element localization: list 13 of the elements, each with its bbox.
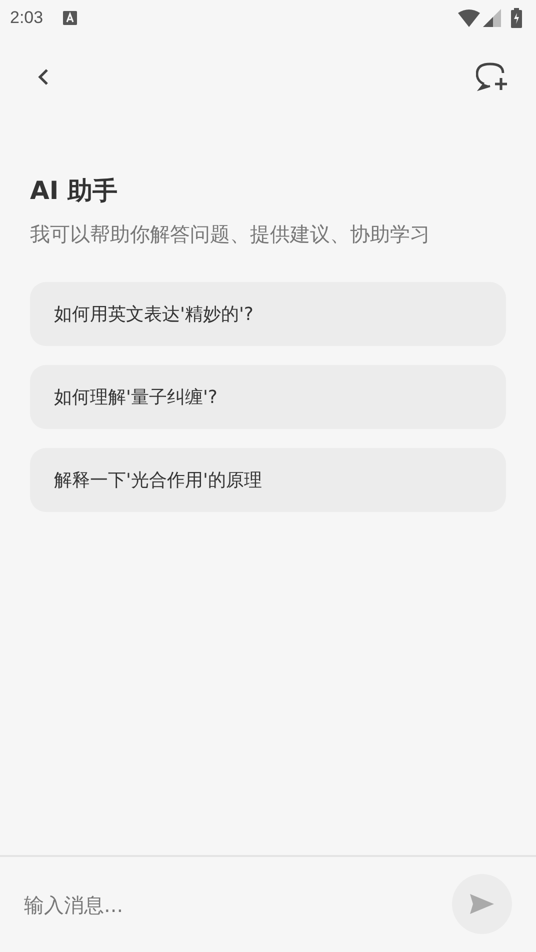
suggestion-card[interactable]: 如何理解'量子纠缠'? (30, 365, 506, 429)
wifi-icon (458, 9, 480, 27)
signal-icon (483, 9, 501, 27)
suggestion-card[interactable]: 解释一下'光合作用'的原理 (30, 448, 506, 512)
notification-icon (63, 11, 78, 25)
suggestion-card[interactable]: 如何用英文表达'精妙的'? (30, 282, 506, 346)
status-time: 2:03 (10, 8, 44, 28)
message-input[interactable]: 输入消息... (24, 892, 452, 916)
send-icon (468, 892, 496, 916)
page-title: AI 助手 (30, 175, 118, 207)
chat-plus-icon (476, 62, 510, 92)
page-subtitle: 我可以帮助你解答问题、提供建议、协助学习 (30, 221, 431, 248)
battery-icon (511, 8, 522, 28)
